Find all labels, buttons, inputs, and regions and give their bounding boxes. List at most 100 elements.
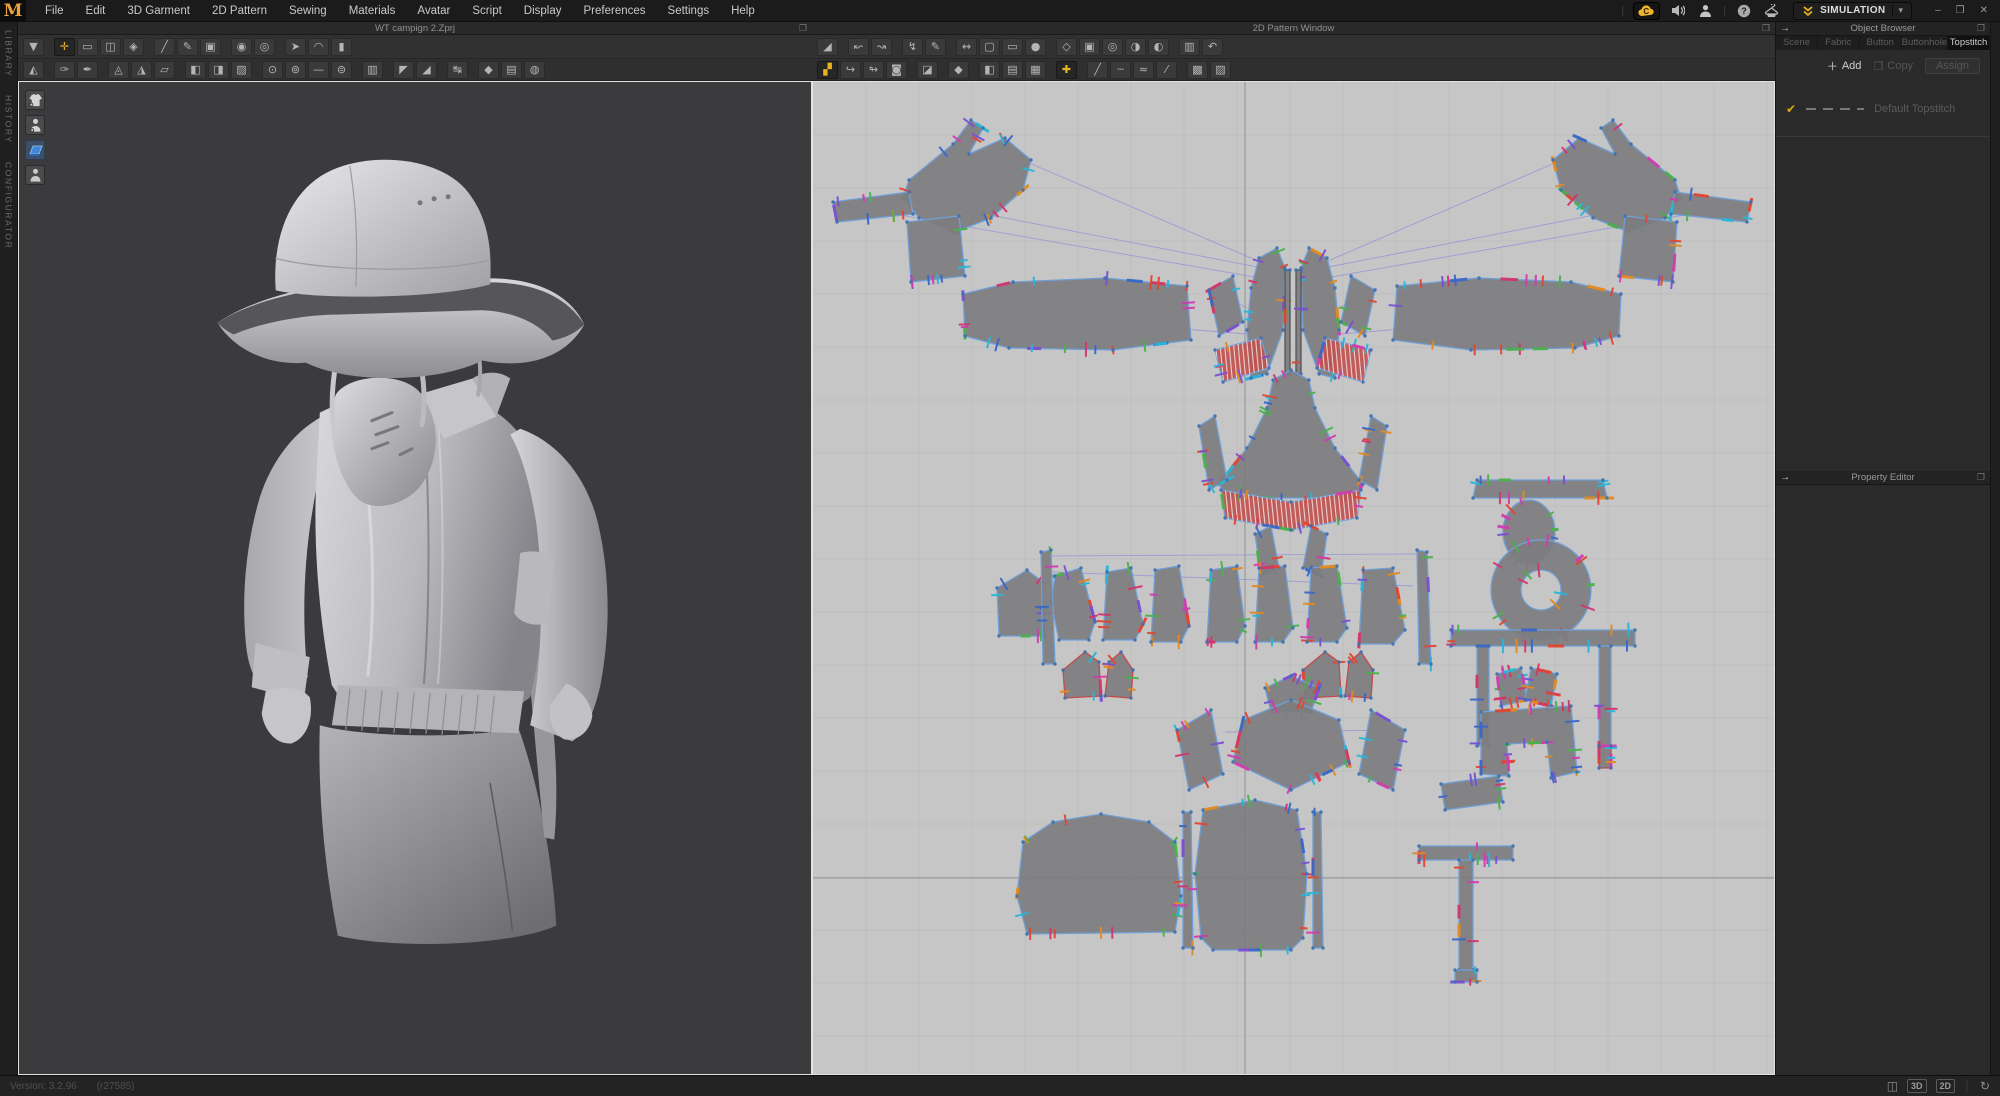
menu-materials[interactable]: Materials: [338, 0, 407, 22]
select-lasso-tool[interactable]: ◫: [100, 38, 121, 56]
avatar-display-toggle[interactable]: [25, 165, 45, 185]
curve-pen-tool[interactable]: ↭: [956, 38, 977, 56]
view-3d-button[interactable]: 3D: [1907, 1079, 1927, 1093]
tab-topstitch[interactable]: Topstitch: [1948, 36, 1990, 50]
pattern-piece-skirt-back[interactable]: [1015, 812, 1186, 940]
show-garment-toggle[interactable]: [25, 90, 45, 110]
collapse-arrow-icon[interactable]: →: [1780, 22, 1790, 36]
auto-sew-tool[interactable]: ◙: [886, 61, 907, 79]
pattern-piece-scrunch-left[interactable]: [1494, 665, 1532, 711]
avatar-walk-tool[interactable]: ◭: [23, 61, 44, 79]
sidebar-tab-history[interactable]: HISTORY: [4, 95, 14, 144]
pattern-piece-hanger-right[interactable]: [1415, 548, 1436, 671]
sewing-machine-tool[interactable]: ▞: [817, 61, 838, 79]
collapse-arrow-icon[interactable]: →: [1780, 471, 1790, 485]
pattern-piece-hood-side-right[interactable]: [1357, 708, 1408, 791]
chevron-down-icon[interactable]: ▾: [1892, 5, 1904, 16]
pattern-piece-sleeve-left[interactable]: [899, 118, 1034, 234]
mn-segment-sew-tool[interactable]: ▤: [1002, 61, 1023, 79]
gather-tool[interactable]: ↶: [1202, 38, 1223, 56]
menu-edit[interactable]: Edit: [75, 0, 117, 22]
pattern-piece-hat-brim-ring[interactable]: [1491, 534, 1595, 643]
edit-curvature-tool[interactable]: ↝: [871, 38, 892, 56]
menu-help[interactable]: Help: [720, 0, 766, 22]
select-curve-tool[interactable]: ➤: [285, 38, 306, 56]
list-item-default-topstitch[interactable]: ✔ Default Topstitch: [1776, 98, 1990, 120]
attach-button-tool[interactable]: —: [308, 61, 329, 79]
account-icon[interactable]: [1696, 2, 1714, 20]
edit-free-sewing-tool[interactable]: ↬: [863, 61, 884, 79]
close-button[interactable]: ✕: [1980, 5, 1988, 16]
lasso-curve-tool[interactable]: ◠: [308, 38, 329, 56]
pattern-canvas[interactable]: [812, 81, 1775, 1075]
base-line-tool[interactable]: ◐: [1148, 38, 1169, 56]
audio-icon[interactable]: [1669, 2, 1687, 20]
pattern-piece-skirt-strip-right[interactable]: [1306, 808, 1325, 950]
arrange-bound-tool[interactable]: ◮: [131, 61, 152, 79]
pattern-piece-side-gusset-left[interactable]: [1206, 274, 1245, 337]
avatar-tape-tool[interactable]: ✑: [54, 61, 75, 79]
popout-icon[interactable]: ❐: [1977, 22, 1985, 35]
tab-buttonhole[interactable]: Buttonhole: [1902, 36, 1948, 50]
pattern-piece-pocket-a1[interactable]: [1060, 650, 1107, 701]
viewport-3d[interactable]: [18, 81, 812, 1075]
pattern-piece-waistband-right[interactable]: [1389, 274, 1623, 355]
split-view-icon[interactable]: ◫: [1887, 1079, 1898, 1093]
fitting-room-icon[interactable]: [1762, 2, 1780, 20]
free-sew-tool[interactable]: ◧: [979, 61, 1000, 79]
pattern-piece-hat-brim-band[interactable]: [1470, 474, 1614, 505]
sculpt-tool[interactable]: ▣: [200, 38, 221, 56]
show-avatar-side-tool[interactable]: ◎: [254, 38, 275, 56]
pattern-piece-vest-5[interactable]: [1205, 561, 1250, 648]
select-move-tool[interactable]: ✛: [54, 38, 75, 56]
measure-tool[interactable]: ▮: [331, 38, 352, 56]
pattern-piece-hood-center[interactable]: [1227, 698, 1350, 794]
pattern-piece-vest-6[interactable]: [1250, 562, 1299, 650]
rectangle-tool[interactable]: ▭: [1002, 38, 1023, 56]
menu-script[interactable]: Script: [461, 0, 512, 22]
pattern-piece-sleeve-right[interactable]: [1551, 118, 1682, 233]
brush-tool[interactable]: ✎: [177, 38, 198, 56]
check-icon[interactable]: ✔: [1786, 102, 1796, 116]
pattern-piece-hood-side-left[interactable]: [1174, 708, 1225, 791]
edit-sewing-tool[interactable]: ↪: [840, 61, 861, 79]
select-box-tool[interactable]: ▭: [77, 38, 98, 56]
circle-tool[interactable]: ●: [1025, 38, 1046, 56]
cloud-sync-icon[interactable]: C: [1633, 2, 1660, 20]
view-2d-button[interactable]: 2D: [1936, 1079, 1956, 1093]
minimize-button[interactable]: –: [1935, 5, 1941, 16]
edit-topstitch-tool[interactable]: ⁄: [1156, 61, 1177, 79]
add-button[interactable]: ＋ Add: [1827, 58, 1862, 74]
wrinkle-brush-tool[interactable]: ◨: [208, 61, 229, 79]
pattern-piece-vest-8[interactable]: [1357, 566, 1406, 648]
sidebar-tab-library[interactable]: LIBRARY: [4, 30, 14, 77]
internal-circle-tool[interactable]: ◎: [1102, 38, 1123, 56]
pattern-piece-bodice-front[interactable]: [1217, 368, 1366, 503]
pin-tool[interactable]: ╱: [154, 38, 175, 56]
fold-right-tool[interactable]: ◢: [416, 61, 437, 79]
menu-3d-garment[interactable]: 3D Garment: [116, 0, 201, 22]
wrinkle-map-tool[interactable]: ▨: [231, 61, 252, 79]
menu-2d-pattern[interactable]: 2D Pattern: [201, 0, 278, 22]
sidebar-tab-configurator[interactable]: CONFIGURATOR: [4, 162, 14, 249]
popout-icon[interactable]: ❐: [1977, 471, 1985, 484]
menu-avatar[interactable]: Avatar: [406, 0, 461, 22]
polygon-tool[interactable]: ▢: [979, 38, 1000, 56]
menu-file[interactable]: File: [34, 0, 75, 22]
pattern-piece-waistband-left[interactable]: [959, 271, 1195, 357]
tab-scene[interactable]: Scene: [1776, 36, 1818, 50]
layer-tool[interactable]: ▤: [501, 61, 522, 79]
seam-taping-tool[interactable]: ▩: [1187, 61, 1208, 79]
pattern-piece-shoulder-right[interactable]: [1617, 214, 1681, 289]
popout-icon[interactable]: ❐: [1762, 22, 1770, 35]
pattern-piece-pocket-a2[interactable]: [1102, 650, 1139, 699]
transform-pattern-tool[interactable]: ◈: [123, 38, 144, 56]
internal-rect-tool[interactable]: ▣: [1079, 38, 1100, 56]
steam-tool[interactable]: ◍: [524, 61, 545, 79]
pattern-piece-hat-side-bar-right[interactable]: [1594, 644, 1618, 747]
pattern-piece-strap-end[interactable]: [1597, 741, 1617, 770]
flatten-tool[interactable]: ▱: [154, 61, 175, 79]
segment-sew-tool[interactable]: ◆: [948, 61, 969, 79]
fabric-texture-view-toggle[interactable]: [25, 140, 45, 160]
menu-sewing[interactable]: Sewing: [278, 0, 338, 22]
